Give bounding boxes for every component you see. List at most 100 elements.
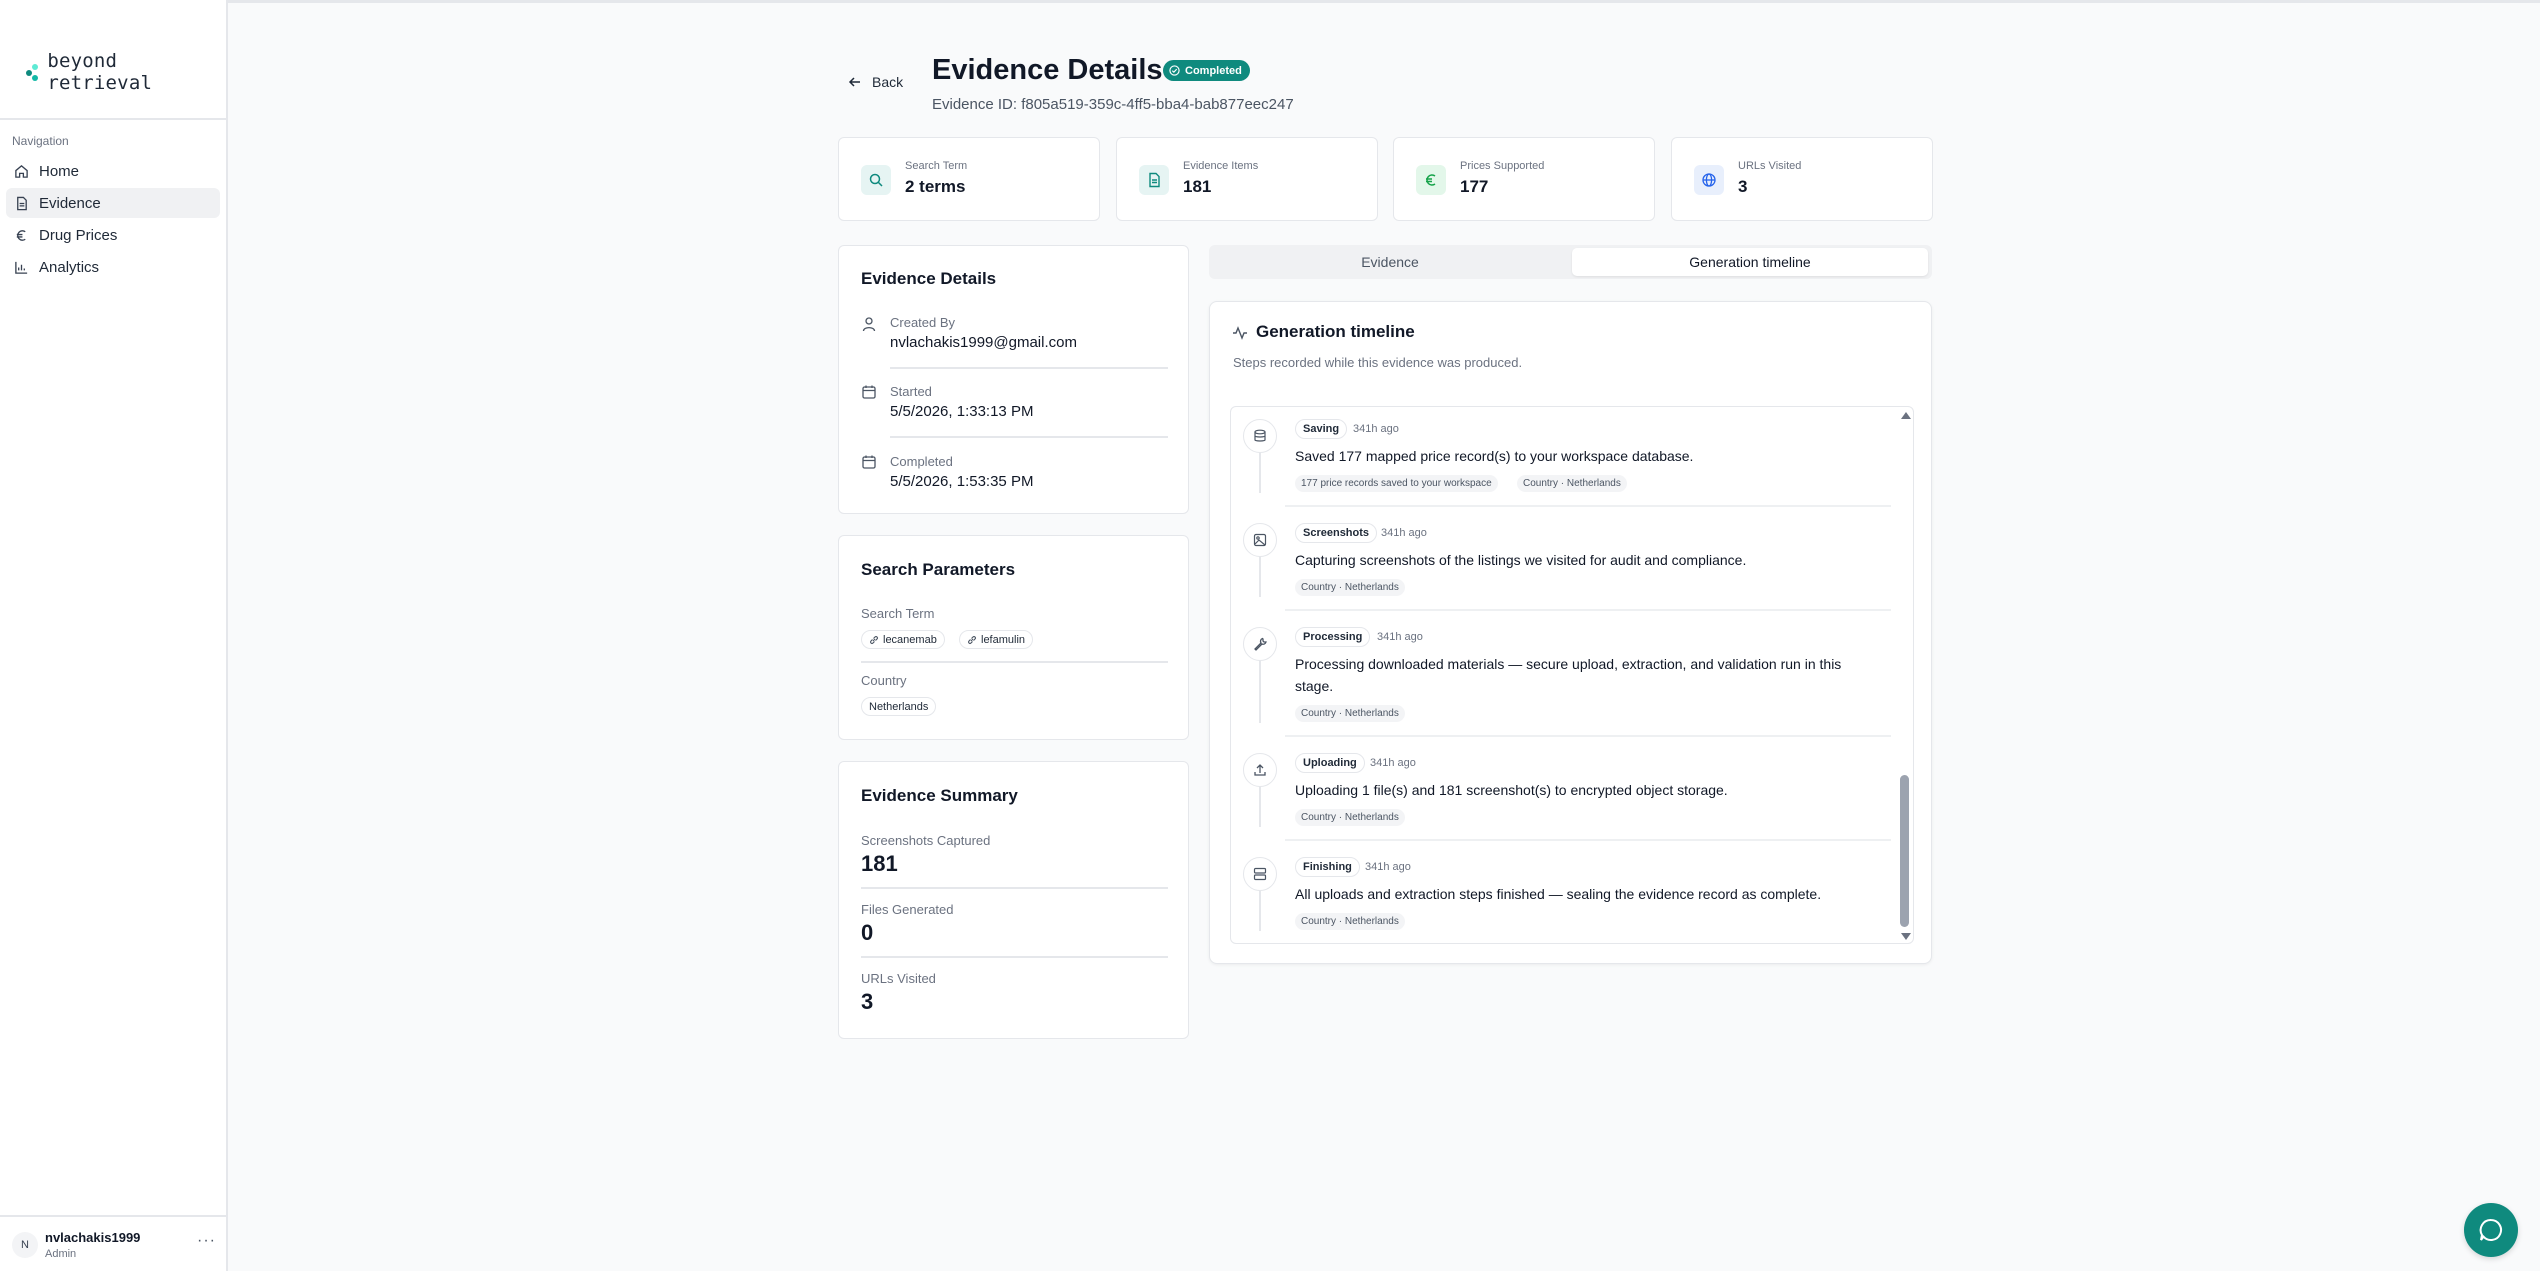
divider xyxy=(890,436,1168,438)
stat-value: 181 xyxy=(1183,177,1212,196)
timeline-connector xyxy=(1259,453,1261,493)
search-term-tag: lecanemab xyxy=(861,630,945,649)
logo[interactable]: beyond retrieval xyxy=(26,50,226,94)
database-icon xyxy=(1243,419,1277,453)
stat-value: 2 terms xyxy=(905,177,966,196)
sidebar-divider xyxy=(0,118,228,120)
step-time: 341h ago xyxy=(1365,861,1411,873)
euro-icon xyxy=(1416,165,1446,195)
sidebar-item-drug-prices[interactable]: Drug Prices xyxy=(6,220,220,250)
timeline-connector xyxy=(1259,891,1261,931)
tab-evidence[interactable]: Evidence xyxy=(1212,248,1568,276)
completed-label: Completed xyxy=(890,454,953,469)
started-value: 5/5/2026, 1:33:13 PM xyxy=(890,403,1034,420)
scroll-down-icon[interactable] xyxy=(1901,933,1911,940)
stage-badge: Screenshots xyxy=(1295,523,1378,543)
search-parameters-card: Search Parameters Search Term lecanemab … xyxy=(838,535,1189,740)
files-label: Files Generated xyxy=(861,902,954,917)
back-label: Back xyxy=(872,74,904,90)
timeline-scroll-area[interactable]: Saving 341h ago Saved 177 mapped price r… xyxy=(1230,406,1914,944)
file-text-icon xyxy=(17,196,27,210)
image-icon xyxy=(1243,523,1277,557)
file-icon xyxy=(1139,165,1169,195)
stage-badge: Finishing xyxy=(1295,857,1360,877)
calendar-icon xyxy=(862,455,876,469)
step-time: 341h ago xyxy=(1381,527,1427,539)
euro-icon xyxy=(16,229,26,241)
evidence-id: Evidence ID: f805a519-359c-4ff5-bba4-bab… xyxy=(932,96,1294,113)
timeline-connector xyxy=(1259,557,1261,597)
step-divider xyxy=(1285,839,1891,841)
started-label: Started xyxy=(890,384,932,399)
files-value: 0 xyxy=(861,920,874,945)
scroll-up-icon[interactable] xyxy=(1901,412,1911,419)
step-description: All uploads and extraction steps finishe… xyxy=(1295,886,1822,902)
stat-value: 177 xyxy=(1460,177,1489,196)
arrow-left-icon xyxy=(848,77,860,87)
stat-card-search-term: Search Term 2 terms xyxy=(838,137,1100,221)
sidebar-item-label: Evidence xyxy=(39,194,101,212)
timeline-scrollbar[interactable] xyxy=(1897,407,1913,943)
country-text: Netherlands xyxy=(869,700,929,713)
step-time: 341h ago xyxy=(1370,757,1416,769)
step-time: 341h ago xyxy=(1353,423,1399,435)
divider xyxy=(861,956,1168,958)
screenshots-value: 181 xyxy=(861,851,898,876)
stat-label: URLs Visited xyxy=(1738,160,1802,172)
divider xyxy=(861,661,1168,663)
card-title: Evidence Details xyxy=(861,269,997,288)
sidebar-item-analytics[interactable]: Analytics xyxy=(6,252,220,282)
scrollbar-thumb[interactable] xyxy=(1900,775,1909,927)
step-time: 341h ago xyxy=(1377,631,1423,643)
step-description: Capturing screenshots of the listings we… xyxy=(1295,552,1747,568)
step-divider xyxy=(1285,735,1891,737)
user-icon xyxy=(862,317,876,332)
timeline-connector xyxy=(1259,661,1261,723)
search-icon xyxy=(861,165,891,195)
timeline-subtitle: Steps recorded while this evidence was p… xyxy=(1233,355,1523,370)
more-options-icon[interactable]: ··· xyxy=(197,1232,216,1250)
timeline-connector xyxy=(1259,787,1261,827)
step-chip: Country · Netherlands xyxy=(1517,475,1627,492)
top-border xyxy=(0,0,2540,3)
step-chip: Country · Netherlands xyxy=(1295,705,1405,722)
stage-badge: Processing xyxy=(1295,627,1371,647)
link-icon xyxy=(968,635,976,644)
step-chip: Country · Netherlands xyxy=(1295,809,1405,826)
home-icon xyxy=(15,164,28,178)
stat-label: Prices Supported xyxy=(1460,160,1545,172)
nav-section-title: Navigation xyxy=(12,134,69,148)
timeline-title: Generation timeline xyxy=(1256,322,1415,341)
wrench-icon xyxy=(1243,627,1277,661)
user-name: nvlachakis1999 xyxy=(45,1230,141,1245)
sidebar-item-label: Home xyxy=(39,162,80,180)
chat-bubble-icon xyxy=(2479,1218,2502,1241)
stage-badge: Saving xyxy=(1295,419,1348,439)
stat-value: 3 xyxy=(1738,177,1748,196)
card-title: Evidence Summary xyxy=(861,786,1018,805)
status-label: Completed xyxy=(1185,64,1242,77)
sidebar-footer-divider xyxy=(0,1215,228,1217)
step-description: Processing downloaded materials — secure… xyxy=(1295,656,1842,694)
sidebar-item-home[interactable]: Home xyxy=(6,156,220,186)
sidebar-item-label: Analytics xyxy=(39,258,100,276)
back-button[interactable]: Back xyxy=(848,74,903,90)
stat-label: Evidence Items xyxy=(1183,160,1259,172)
tab-generation-timeline[interactable]: Generation timeline xyxy=(1572,248,1928,276)
divider xyxy=(861,887,1168,889)
upload-icon xyxy=(1243,753,1277,787)
stage-badge: Uploading xyxy=(1295,753,1365,773)
sidebar-item-label: Drug Prices xyxy=(39,226,118,244)
country-label: Country xyxy=(861,673,907,688)
evidence-summary-card: Evidence Summary Screenshots Captured 18… xyxy=(838,761,1189,1039)
logo-text: beyond retrieval xyxy=(47,50,153,94)
bar-chart-icon xyxy=(15,261,28,274)
chat-button[interactable] xyxy=(2464,1203,2518,1257)
evidence-details-card: Evidence Details Created By nvlachakis19… xyxy=(838,245,1189,514)
avatar[interactable]: N xyxy=(12,1232,38,1258)
divider xyxy=(890,367,1168,369)
page-title: Evidence Details xyxy=(932,54,1163,86)
sidebar-item-evidence[interactable]: Evidence xyxy=(6,188,220,218)
urls-label: URLs Visited xyxy=(861,971,936,986)
created-by-value: nvlachakis1999@gmail.com xyxy=(890,334,1077,351)
